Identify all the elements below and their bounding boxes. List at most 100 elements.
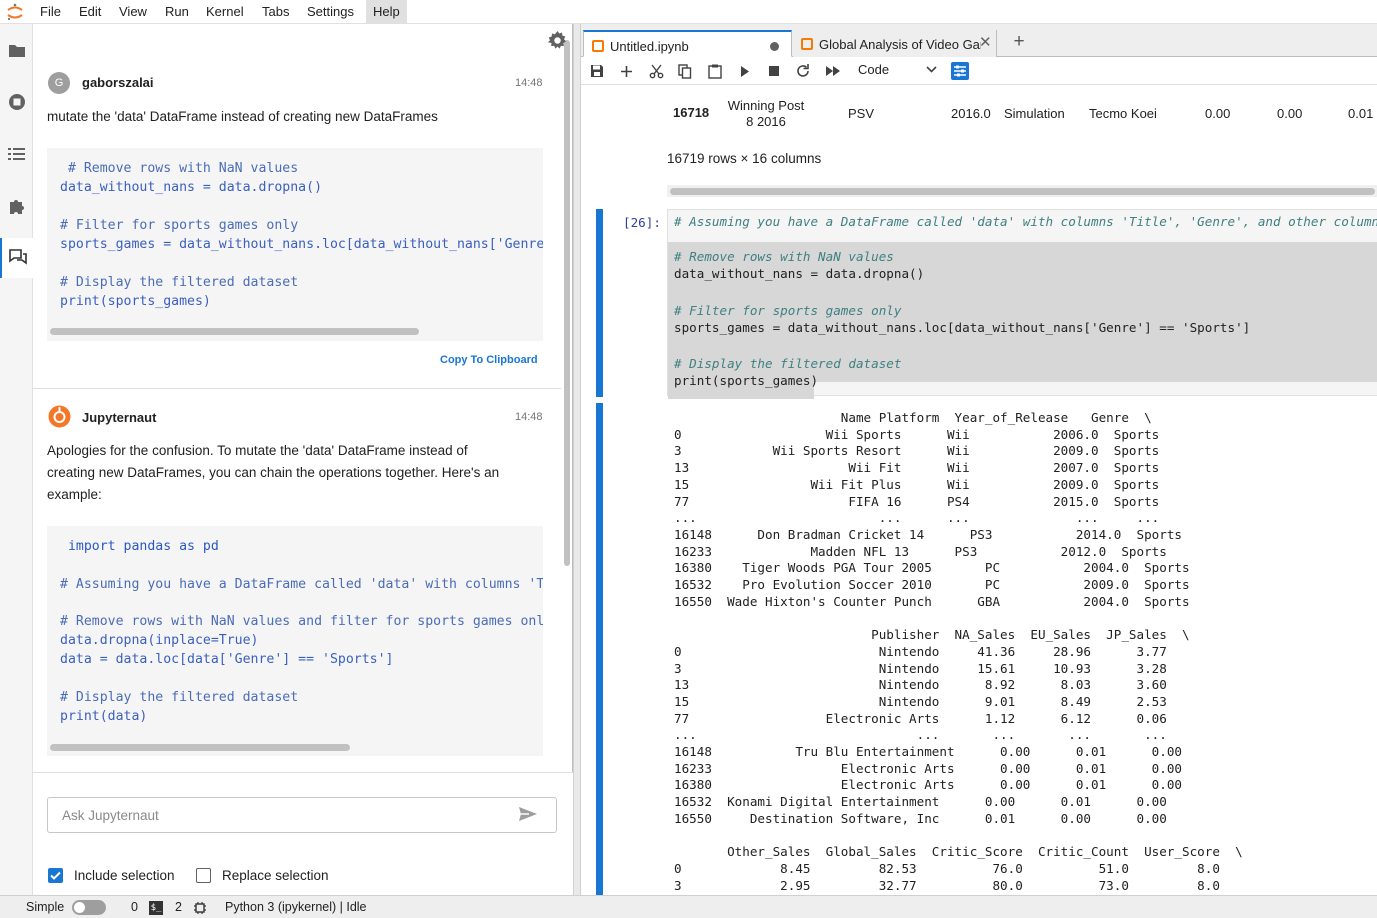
table-cell-name: Winning Post 8 2016: [727, 98, 805, 130]
stop-icon: [769, 66, 779, 76]
output-line: Other_Sales Global_Sales Critic_Score Cr…: [674, 844, 1243, 860]
insert-cell-button[interactable]: [616, 61, 636, 81]
copy-to-clipboard-button[interactable]: Copy To Clipboard: [440, 354, 538, 366]
code-line: print(sports_games): [674, 373, 819, 388]
code-line: # Filter for sports games only: [60, 218, 299, 233]
message-author: gaborszalai: [82, 75, 154, 90]
kernel-count[interactable]: 2: [175, 900, 182, 914]
kernel-status[interactable]: Python 3 (ipykernel) | Idle: [225, 900, 367, 914]
replace-selection-label[interactable]: Replace selection: [222, 868, 329, 883]
panel-splitter[interactable]: [573, 24, 581, 895]
chat-settings-gear-icon[interactable]: [548, 31, 567, 50]
message-text: Apologies for the confusion. To mutate t…: [47, 443, 468, 458]
include-selection-label[interactable]: Include selection: [74, 868, 175, 883]
output-line: 0 Nintendo 41.36 28.96 3.77: [674, 643, 1167, 659]
output-line: 16233 Electronic Arts 0.00 0.01 0.00: [674, 760, 1182, 776]
restart-button[interactable]: [793, 61, 813, 81]
folder-icon: [8, 44, 25, 57]
code-line: sports_games = data_without_nans.loc[dat…: [674, 320, 1251, 335]
copy-button[interactable]: [675, 61, 695, 81]
notebook-icon: [592, 40, 604, 52]
table-cell-platform: PSV: [848, 106, 875, 121]
message-time: 14:48: [515, 77, 543, 89]
table-cell-genre: Simulation: [1004, 106, 1065, 121]
notebook-icon: [801, 38, 813, 50]
tab-label: Global Analysis of Video Games: [819, 37, 981, 52]
chat-button[interactable]: [0, 238, 33, 278]
code-cell-editor[interactable]: # Assuming you have a DataFrame called '…: [667, 209, 1377, 399]
list-icon: [7, 148, 25, 160]
menubar: File Edit View Run Kernel Tabs Settings …: [0, 0, 1377, 24]
menu-tabs[interactable]: Tabs: [255, 0, 296, 24]
output-line: ... ... ... ... ...: [674, 510, 1160, 526]
menu-edit[interactable]: Edit: [72, 0, 108, 24]
include-selection-checkbox[interactable]: [48, 868, 63, 883]
menu-help[interactable]: Help: [366, 0, 407, 24]
unsaved-dot-icon[interactable]: [770, 42, 779, 51]
code-horizontal-scrollbar[interactable]: [50, 744, 350, 751]
menu-view[interactable]: View: [112, 0, 154, 24]
file-browser-button[interactable]: [0, 30, 33, 70]
code-line: # Display the filtered dataset: [60, 690, 299, 705]
code-line: data_without_nans = data.dropna(): [674, 266, 925, 281]
code-line: print(data): [60, 709, 148, 724]
code-line: sports_games = data_without_nans.loc[dat…: [60, 237, 543, 252]
interrupt-button[interactable]: [764, 61, 784, 81]
output-line: 77 Electronic Arts 1.12 6.12 0.06: [674, 710, 1167, 726]
cut-button[interactable]: [646, 61, 666, 81]
chat-messages[interactable]: G gaborszalai 14:48 mutate the 'data' Da…: [33, 24, 561, 772]
output-horizontal-scrollbar[interactable]: [670, 188, 1375, 195]
message-author: Jupyternaut: [82, 410, 157, 425]
save-button[interactable]: [587, 61, 607, 81]
output-line: 16148 Tru Blu Entertainment 0.00 0.01 0.…: [674, 744, 1182, 759]
code-line: data_without_nans = data.dropna(): [60, 180, 323, 195]
extension-manager-button[interactable]: [0, 186, 33, 226]
close-icon[interactable]: ✕: [979, 33, 992, 51]
output-collapser-bar[interactable]: [596, 403, 603, 895]
code-block[interactable]: import pandas as pd # Assuming you have …: [47, 526, 543, 756]
run-button[interactable]: [735, 61, 755, 81]
menu-settings[interactable]: Settings: [300, 0, 361, 24]
tab-global-analysis[interactable]: Global Analysis of Video Games ✕: [793, 30, 997, 57]
simple-mode-toggle[interactable]: [72, 900, 106, 915]
chat-vertical-scrollbar[interactable]: [564, 40, 570, 566]
output-line: 77 FIFA 16 PS4 2015.0 Sports: [674, 493, 1160, 509]
tab-untitled-ipynb[interactable]: Untitled.ipynb: [583, 30, 792, 57]
cell-selection-bar[interactable]: [596, 209, 603, 397]
menu-kernel[interactable]: Kernel: [199, 0, 251, 24]
code-block[interactable]: # Remove rows with NaN values data_witho…: [47, 148, 543, 341]
message-text: example:: [47, 487, 102, 502]
checkmark-icon: [50, 871, 61, 880]
table-cell-value: 0.00: [1205, 106, 1231, 121]
terminal-icon: $_: [149, 901, 163, 915]
notebook-cells[interactable]: 16718 Winning Post 8 2016 PSV 2016.0 Sim…: [581, 85, 1377, 895]
cell-prompt: [26]:: [623, 215, 661, 230]
send-icon[interactable]: [518, 806, 538, 822]
table-cell-name-line: Winning Post: [727, 98, 805, 113]
tab-label: Untitled.ipynb: [610, 39, 689, 54]
restart-run-all-button[interactable]: [823, 61, 843, 81]
table-of-contents-button[interactable]: [0, 134, 33, 174]
simple-mode-label: Simple: [26, 900, 65, 914]
chat-input[interactable]: Ask Jupyternaut: [47, 797, 557, 833]
code-line: # Display the filtered dataset: [60, 275, 299, 290]
table-cell-name-line: 8 2016: [746, 114, 786, 129]
cell-type-value: Code: [858, 62, 890, 77]
terminal-count[interactable]: 0: [131, 900, 138, 914]
paste-button[interactable]: [705, 61, 725, 81]
save-icon: [591, 65, 603, 77]
chat-icon: [8, 249, 27, 265]
replace-selection-checkbox[interactable]: [196, 868, 211, 883]
output-line: 16233 Madden NFL 13 PS3 2012.0 Sports: [674, 543, 1167, 559]
running-terminals-button[interactable]: [0, 82, 33, 122]
message-text: creating new DataFrames, you can chain t…: [47, 465, 500, 480]
menu-run[interactable]: Run: [158, 0, 196, 24]
code-horizontal-scrollbar[interactable]: [50, 328, 419, 335]
play-icon: [741, 65, 749, 77]
menu-file[interactable]: File: [33, 0, 68, 24]
property-inspector-button[interactable]: [951, 62, 969, 80]
cell-type-select[interactable]: Code: [858, 62, 937, 77]
new-tab-button[interactable]: +: [1006, 30, 1032, 56]
output-line: 3 Wii Sports Resort Wii 2009.0 Sports: [674, 443, 1160, 459]
code-line: # Remove rows with NaN values: [60, 161, 299, 176]
